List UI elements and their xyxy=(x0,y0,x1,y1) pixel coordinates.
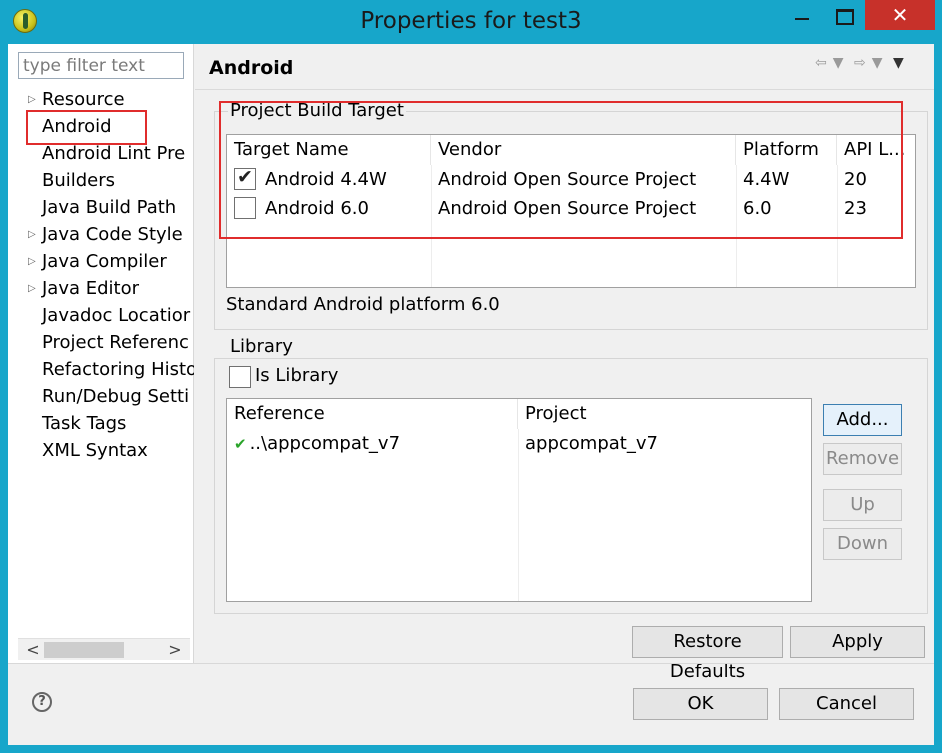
library-label: Library xyxy=(228,336,295,357)
tree-item-label: Project Referenc xyxy=(42,332,189,353)
tree-item-label: Refactoring Histo xyxy=(42,359,194,380)
scroll-right-icon[interactable]: > xyxy=(164,639,186,661)
move-up-button[interactable]: Up xyxy=(823,489,902,521)
column-header-project[interactable]: Project xyxy=(518,399,811,429)
library-reference-cell[interactable]: ✔ ..\appcompat_v7 xyxy=(227,429,400,458)
tree-item-label: Java Build Path xyxy=(42,197,177,218)
expand-arrow-icon[interactable]: ▷ xyxy=(28,248,36,275)
help-icon[interactable]: ? xyxy=(32,692,52,712)
view-menu-icon[interactable]: ▼ xyxy=(893,55,904,71)
tree-item[interactable]: ▷ Resource xyxy=(28,86,125,113)
is-library-checkbox[interactable] xyxy=(229,366,251,388)
tree-item[interactable]: ▷ Java Editor xyxy=(28,275,140,302)
target-checkbox[interactable] xyxy=(234,166,256,190)
tree-item[interactable]: Builders xyxy=(42,167,115,194)
tree-item-label: Android Lint Pre xyxy=(42,143,186,164)
column-header-target-name[interactable]: Target Name xyxy=(227,135,431,165)
column-header-reference[interactable]: Reference xyxy=(227,399,518,429)
target-name-cell[interactable]: Android 6.0 xyxy=(258,194,369,223)
tree-item-label: Builders xyxy=(42,170,116,191)
library-reference-table[interactable]: Reference Project ✔ ..\appcompat_v7 appcom… xyxy=(226,398,812,602)
cancel-button[interactable]: Cancel xyxy=(779,688,914,720)
tree-item-label: Javadoc Locatior xyxy=(42,305,191,326)
forward-menu-icon[interactable]: ▼ xyxy=(872,55,883,71)
button-bar-divider xyxy=(8,663,934,664)
back-menu-icon[interactable]: ▼ xyxy=(833,55,844,71)
target-description: Standard Android platform 6.0 xyxy=(226,294,500,315)
forward-arrow-icon[interactable]: ⇨ xyxy=(854,55,866,71)
close-icon: ✕ xyxy=(891,3,909,27)
tree-item[interactable]: Refactoring Histo xyxy=(42,356,194,383)
tree-item[interactable]: Java Build Path xyxy=(42,194,176,221)
move-down-button[interactable]: Down xyxy=(823,528,902,560)
target-api-cell: 20 xyxy=(844,169,867,190)
tree-item[interactable]: Javadoc Locatior xyxy=(42,302,190,329)
title-bar[interactable]: Properties for test3 ✕ xyxy=(0,0,942,44)
tree-item[interactable]: XML Syntax xyxy=(42,437,148,464)
target-name-cell[interactable]: Android 4.4W xyxy=(258,165,387,194)
tree-item-label: XML Syntax xyxy=(42,440,148,461)
library-project-cell: appcompat_v7 xyxy=(525,433,658,454)
build-target-label: Project Build Target xyxy=(228,100,406,121)
target-platform-cell: 6.0 xyxy=(743,198,772,219)
is-library-label: Is Library xyxy=(255,365,339,386)
tree-item-label: Java Editor xyxy=(42,278,140,299)
tree-item-label: Android xyxy=(42,116,112,137)
tree-item[interactable]: Android Lint Pre xyxy=(42,140,185,167)
tree-item[interactable]: ▷ Java Compiler xyxy=(28,248,167,275)
library-reference-text: ..\appcompat_v7 xyxy=(249,433,401,454)
category-pane: ▷ Resource Android Android Lint Pre Builders… xyxy=(8,44,194,663)
ok-button[interactable]: OK xyxy=(633,688,768,720)
filter-input[interactable] xyxy=(18,52,184,79)
dialog-body: ▷ Resource Android Android Lint Pre Builders… xyxy=(8,44,934,745)
column-header-api-level[interactable]: API L... xyxy=(837,135,915,165)
close-button[interactable]: ✕ xyxy=(865,0,935,30)
tree-item-label: Java Compiler xyxy=(42,251,167,272)
build-target-table[interactable]: Target Name Vendor Platform API L... And… xyxy=(226,134,916,288)
expand-arrow-icon[interactable]: ▷ xyxy=(28,275,36,302)
horizontal-scrollbar[interactable]: < > xyxy=(18,638,190,660)
resolved-check-icon: ✔ xyxy=(234,435,247,453)
column-header-platform[interactable]: Platform xyxy=(736,135,837,165)
tree-item-label: Java Code Style xyxy=(42,224,183,245)
page-title: Android xyxy=(209,57,294,79)
remove-library-button[interactable]: Remove xyxy=(823,443,902,475)
tree-item[interactable]: Task Tags xyxy=(42,410,126,437)
tree-item-label: Run/Debug Setti xyxy=(42,386,190,407)
scroll-left-icon[interactable]: < xyxy=(22,639,44,661)
target-platform-cell: 4.4W xyxy=(743,169,790,190)
expand-arrow-icon[interactable]: ▷ xyxy=(28,86,36,113)
history-nav: ⇦ ▼ ⇨ ▼ ▼ xyxy=(815,55,910,71)
back-arrow-icon[interactable]: ⇦ xyxy=(815,55,827,71)
category-tree: ▷ Resource Android Android Lint Pre Builders… xyxy=(8,86,194,636)
target-api-cell: 23 xyxy=(844,198,867,219)
tree-item-label: Task Tags xyxy=(42,413,127,434)
apply-button[interactable]: Apply xyxy=(790,626,925,658)
title-divider xyxy=(195,89,934,90)
scroll-thumb[interactable] xyxy=(44,642,124,658)
target-vendor-cell: Android Open Source Project xyxy=(438,198,697,219)
tree-item[interactable]: Android xyxy=(42,113,112,140)
tree-item[interactable]: Project Referenc xyxy=(42,329,189,356)
tree-item[interactable]: Run/Debug Setti xyxy=(42,383,189,410)
expand-arrow-icon[interactable]: ▷ xyxy=(28,221,36,248)
properties-pane: Android ⇦ ▼ ⇨ ▼ ▼ Project Build Target Tar… xyxy=(195,44,934,682)
tree-item[interactable]: ▷ Java Code Style xyxy=(28,221,183,248)
add-library-button[interactable]: Add... xyxy=(823,404,902,436)
minimize-button[interactable] xyxy=(784,0,818,30)
tree-item-label: Resource xyxy=(42,89,125,110)
column-header-vendor[interactable]: Vendor xyxy=(431,135,736,165)
maximize-button[interactable] xyxy=(826,0,860,30)
properties-dialog: Properties for test3 ✕ ▷ResourceAndroidA… xyxy=(0,0,942,753)
restore-defaults-button[interactable]: Restore Defaults xyxy=(632,626,783,682)
target-vendor-cell: Android Open Source Project xyxy=(438,169,697,190)
target-checkbox[interactable] xyxy=(234,197,256,219)
